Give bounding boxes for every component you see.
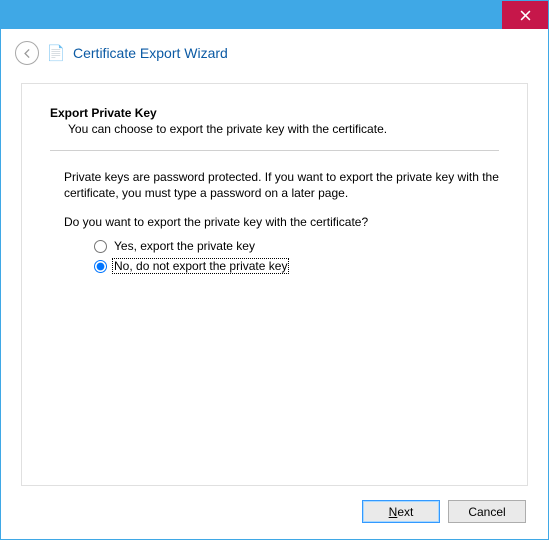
back-arrow-icon [21,47,34,60]
title-bar [1,1,548,29]
wizard-header: 📄 Certificate Export Wizard [1,29,548,83]
close-icon [520,10,531,21]
option-no-label: No, do not export the private key [113,259,288,273]
radio-no[interactable] [94,260,107,273]
section-subtitle: You can choose to export the private key… [68,122,499,136]
wizard-footer: Next Cancel [1,486,548,539]
option-yes-label: Yes, export the private key [113,239,256,253]
wizard-window: 📄 Certificate Export Wizard Export Priva… [0,0,549,540]
divider [50,150,499,151]
option-no[interactable]: No, do not export the private key [94,259,499,273]
certificate-icon: 📄 [47,44,65,62]
body-text: Private keys are password protected. If … [64,169,499,201]
prompt-text: Do you want to export the private key wi… [64,215,499,229]
wizard-title: Certificate Export Wizard [73,45,228,61]
option-yes[interactable]: Yes, export the private key [94,239,499,253]
next-button[interactable]: Next [362,500,440,523]
radio-group: Yes, export the private key No, do not e… [94,239,499,279]
section-title: Export Private Key [50,106,499,120]
back-button[interactable] [15,41,39,65]
cancel-button[interactable]: Cancel [448,500,526,523]
wizard-content: Export Private Key You can choose to exp… [21,83,528,486]
radio-yes[interactable] [94,240,107,253]
close-button[interactable] [502,1,548,29]
